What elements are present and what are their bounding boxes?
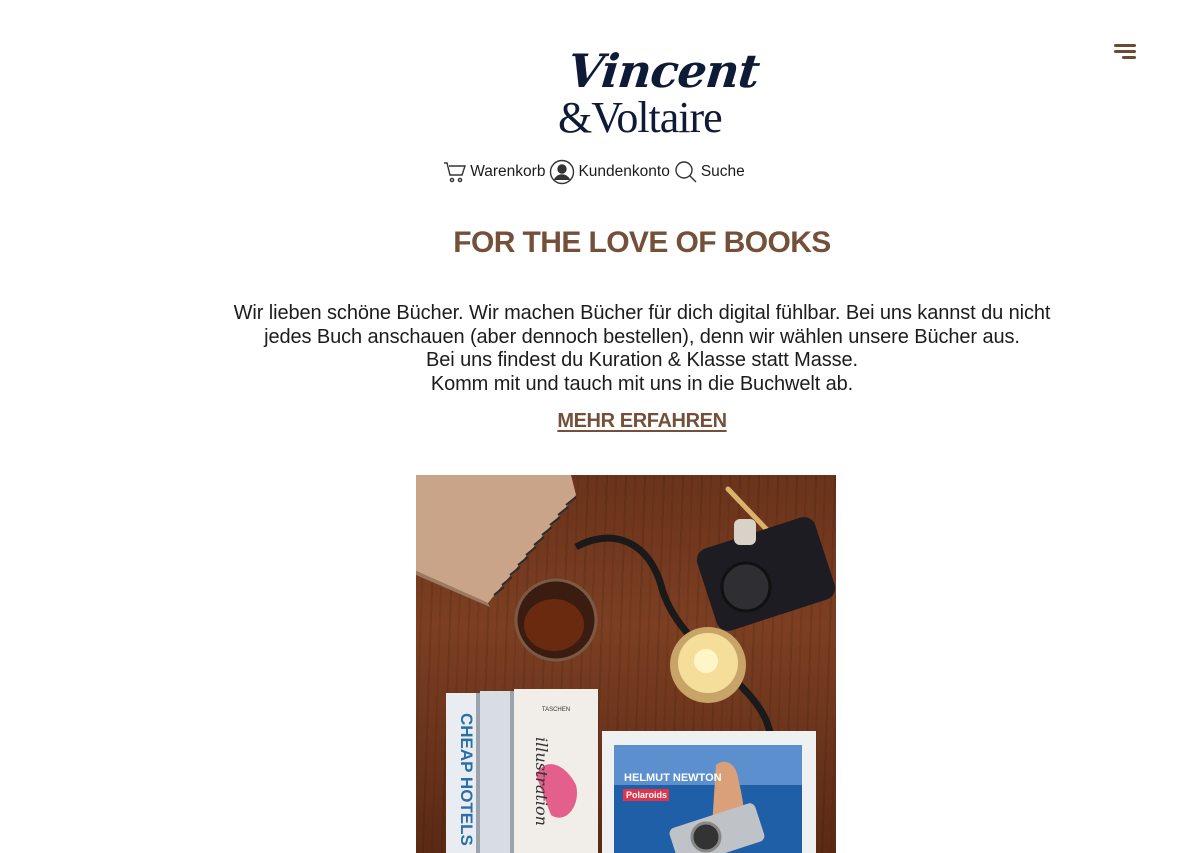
logo-wordmark-line2: &Voltaire: [558, 93, 723, 142]
book-spine-1-title: CHEAP HOTELS: [457, 713, 476, 846]
user-icon: [550, 159, 575, 185]
nav-cart[interactable]: Warenkorb: [443, 160, 545, 184]
book-stack: CHEAP HOTELS TASCHEN illustration: [446, 689, 598, 853]
book-spine-3-publisher: TASCHEN: [542, 707, 570, 713]
book-cover-author: HELMUT NEWTON: [624, 772, 722, 784]
logo[interactable]: Vincent &Voltaire: [552, 44, 762, 142]
whisky-glass: [514, 578, 598, 662]
menu-icon: [1114, 44, 1136, 47]
page-heading: FOR THE LOVE OF BOOKS: [453, 226, 831, 259]
logo-wordmark-line1: Vincent: [565, 44, 762, 98]
cart-icon: [444, 162, 467, 183]
more-link-wrapper: MEHR ERFAHREN: [42, 410, 1200, 433]
intro-text: Wir lieben schöne Bücher. Wir machen Büc…: [192, 302, 1092, 396]
header-nav: Warenkorb Kundenkonto Suche: [0, 156, 1194, 188]
search-icon: [675, 161, 697, 183]
intro-line: jedes Buch anschauen (aber dennoch beste…: [264, 325, 1020, 348]
intro-line: Bei uns findest du Kuration & Klasse sta…: [426, 349, 858, 371]
more-link[interactable]: MEHR ERFAHREN: [557, 410, 727, 432]
nav-search-label: Suche: [700, 163, 745, 180]
nav-search[interactable]: Suche: [674, 160, 745, 184]
nav-cart-label: Warenkorb: [470, 163, 546, 180]
book-spine-3-title: illustration: [532, 737, 551, 826]
intro-line: Komm mit und tauch mit uns in die Buchwe…: [430, 372, 854, 395]
intro-line: Wir lieben schöne Bücher. Wir machen Büc…: [233, 302, 1051, 324]
phone: [696, 517, 836, 631]
book-cover-title: Polaroids: [626, 790, 667, 800]
nav-account[interactable]: Kundenkonto: [549, 159, 670, 185]
candle: [670, 627, 746, 703]
menu-button[interactable]: [1112, 42, 1138, 64]
nav-account-label: Kundenkonto: [578, 163, 670, 180]
hero-illustration: CHEAP HOTELS TASCHEN illustration HELMUT…: [416, 475, 836, 853]
hero-image: CHEAP HOTELS TASCHEN illustration HELMUT…: [416, 475, 836, 853]
